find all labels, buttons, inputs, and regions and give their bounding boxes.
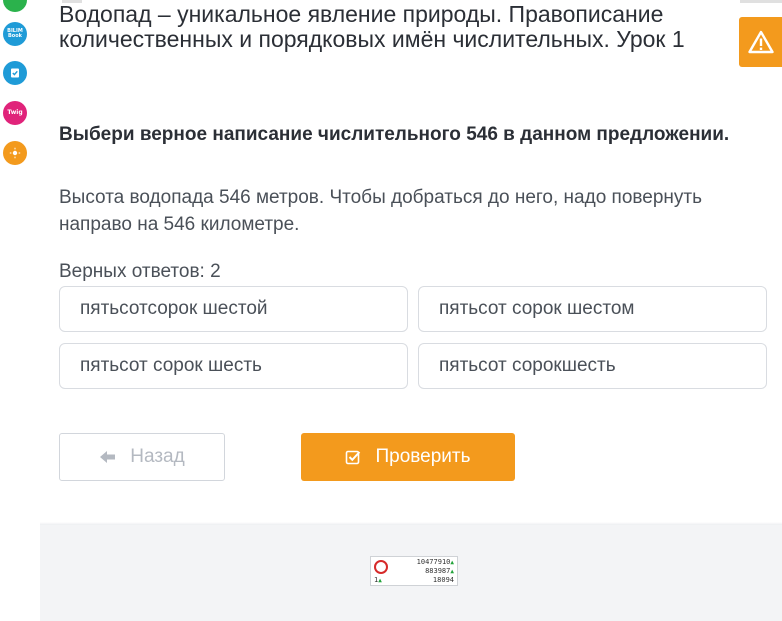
check-button-label: Проверить	[375, 446, 471, 467]
answer-option[interactable]: пятьсот сорокшесть	[418, 343, 767, 389]
answer-option[interactable]: пятьсотсорок шестой	[59, 286, 408, 332]
checklist-icon[interactable]	[3, 61, 27, 85]
correct-answers-count: Верных ответов: 2	[59, 261, 221, 282]
twig-icon[interactable]: Twig	[3, 101, 27, 125]
counter-line3: 18094	[432, 576, 454, 584]
counter-logo-icon	[374, 560, 388, 574]
app-green-icon[interactable]	[3, 0, 27, 12]
counter-line1: 10477910	[416, 558, 451, 566]
up-arrow-icon: ▲	[450, 559, 454, 566]
answer-option[interactable]: пятьсот сорок шестом	[418, 286, 767, 332]
task-question: Выбери верное написание числительного 54…	[59, 124, 730, 145]
up-arrow-icon: ▲	[450, 568, 454, 575]
arrow-left-icon	[100, 451, 116, 463]
back-button-label: Назад	[130, 446, 185, 467]
top-divider-right	[740, 0, 782, 3]
sun-icon[interactable]	[3, 141, 27, 165]
bilimbook-label: BILIM Book	[7, 28, 23, 39]
task-sentence: Высота водопада 546 метров. Чтобы добрат…	[59, 187, 703, 235]
answer-option[interactable]: пятьсот сорок шесть	[59, 343, 408, 389]
twig-label: Twig	[7, 109, 23, 116]
lesson-title: Водопад – уникальное явление природы. Пр…	[59, 1, 685, 52]
check-button[interactable]: Проверить	[301, 433, 515, 481]
back-button[interactable]: Назад	[59, 433, 225, 481]
counter-line2: 883987	[425, 567, 451, 575]
bilimbook-icon[interactable]: BILIM Book	[3, 22, 27, 46]
visit-counter-badge[interactable]: 10477910▲ 883987▲ 18094 1▲	[370, 556, 458, 586]
report-error-button[interactable]	[739, 17, 782, 67]
checkbox-check-icon	[346, 450, 361, 465]
warning-icon	[747, 30, 774, 54]
left-sidebar: BILIM Book Twig	[0, 0, 41, 621]
up-arrow-icon: ▲	[378, 577, 382, 584]
